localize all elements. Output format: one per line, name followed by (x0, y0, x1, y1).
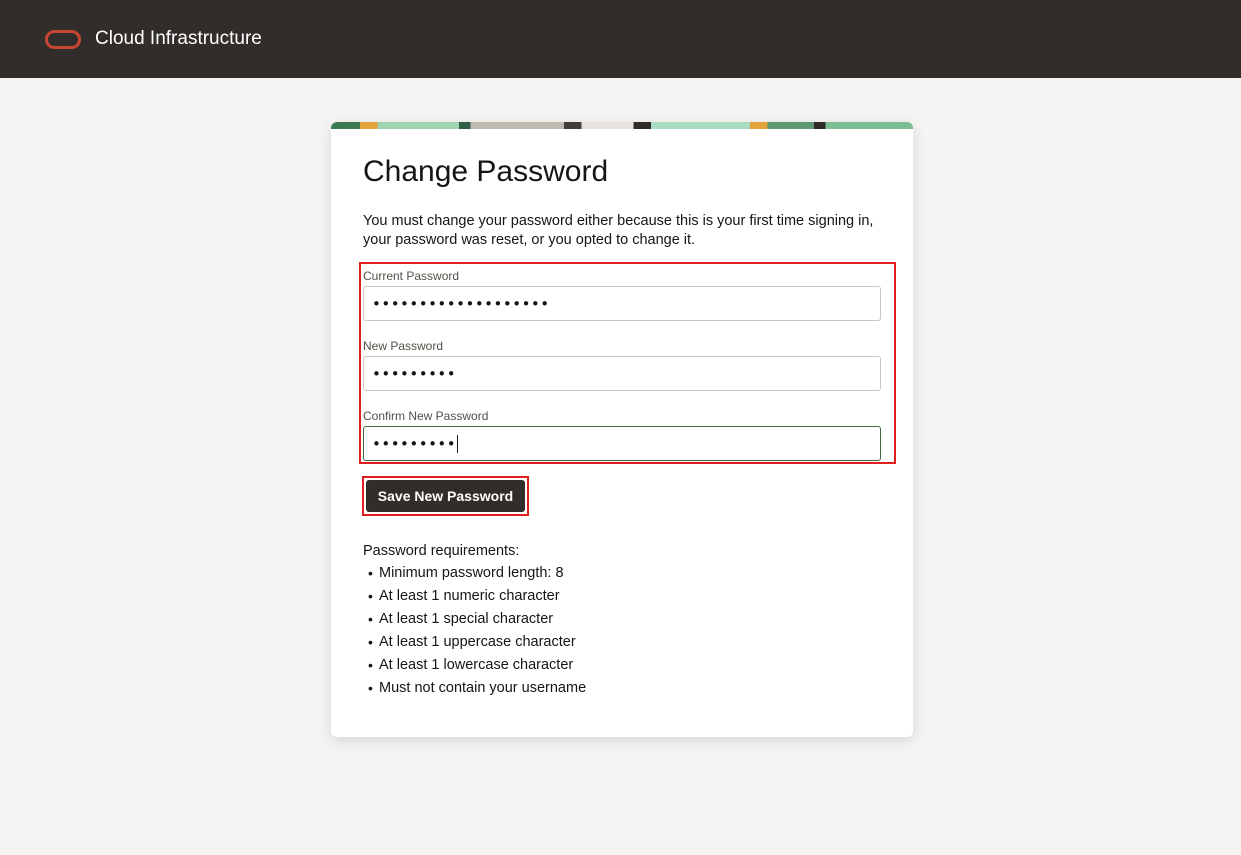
confirm-password-label: Confirm New Password (363, 409, 489, 423)
requirement-item: • Minimum password length: 8 (363, 564, 586, 587)
current-password-value: ••••••••••••••••••• (372, 294, 550, 313)
confirm-password-input[interactable]: ••••••••• (363, 426, 881, 461)
confirm-password-value: ••••••••• (372, 434, 457, 453)
requirement-item: • At least 1 numeric character (363, 587, 586, 610)
save-new-password-button[interactable]: Save New Password (366, 480, 525, 512)
current-password-label: Current Password (363, 269, 460, 283)
new-password-value: ••••••••• (372, 364, 457, 383)
bullet-icon: • (368, 611, 373, 627)
bullet-icon: • (368, 565, 373, 581)
page-title: Change Password (363, 155, 609, 188)
card-banner-image (331, 122, 913, 129)
new-password-label: New Password (363, 339, 444, 353)
requirements-heading: Password requirements: (363, 543, 520, 559)
oracle-logo-icon[interactable] (45, 29, 81, 49)
brand-name[interactable]: Cloud Infrastructure (95, 28, 262, 50)
change-password-card: Change Password You must change your pas… (331, 122, 913, 737)
intro-text: You must change your password either bec… (363, 213, 874, 248)
bullet-icon: • (368, 657, 373, 673)
requirements-list: • Minimum password length: 8 • At least 1 … (363, 564, 586, 702)
requirement-item: • At least 1 lowercase character (363, 656, 586, 679)
top-bar: Cloud Infrastructure (0, 0, 1241, 78)
new-password-input[interactable]: ••••••••• (363, 356, 881, 391)
current-password-input[interactable]: ••••••••••••••••••• (363, 286, 881, 321)
bullet-icon: • (368, 680, 373, 696)
bullet-icon: • (368, 588, 373, 604)
requirement-item: • Must not contain your username (363, 679, 586, 702)
bullet-icon: • (368, 634, 373, 650)
text-caret (457, 434, 459, 453)
requirement-item: • At least 1 uppercase character (363, 633, 586, 656)
requirement-item: • At least 1 special character (363, 610, 586, 633)
